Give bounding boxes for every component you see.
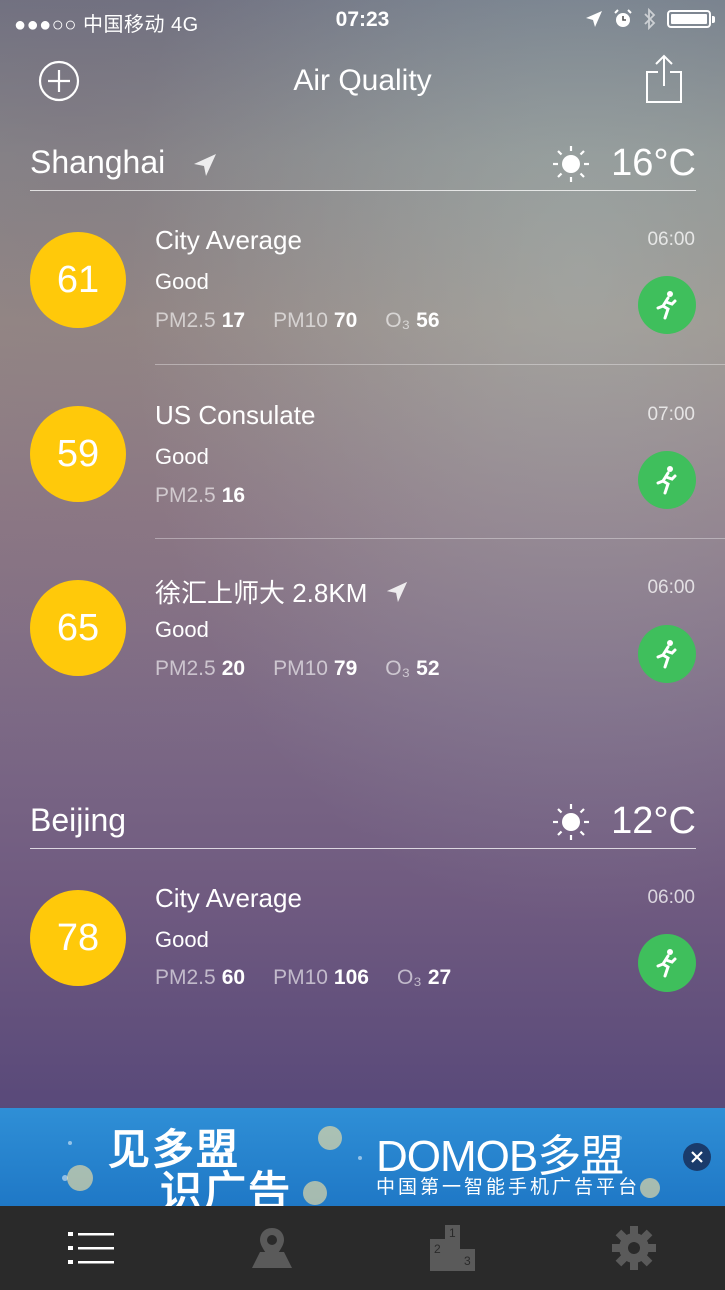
metric-label: O₃ bbox=[385, 309, 411, 332]
pollutant-metrics: PM2.5 20 PM10 79 O₃ 52 bbox=[155, 657, 468, 681]
city-name: Shanghai bbox=[30, 144, 166, 180]
station-name: 徐汇上师大 2.8KM bbox=[155, 578, 368, 608]
metric-value: 20 bbox=[221, 657, 246, 680]
city-name: Beijing bbox=[30, 802, 127, 838]
metric-label: PM10 bbox=[273, 657, 328, 680]
update-time: 06:00 bbox=[647, 887, 695, 908]
runner-icon bbox=[656, 291, 677, 320]
air-quality-level: Good bbox=[155, 269, 209, 294]
tab-bar: 12 3 bbox=[0, 1206, 725, 1290]
metric-label: PM2.5 bbox=[155, 966, 216, 989]
update-time: 06:00 bbox=[647, 229, 695, 250]
share-button[interactable] bbox=[644, 54, 684, 104]
svg-text:3: 3 bbox=[464, 1254, 471, 1268]
tab-map[interactable] bbox=[181, 1206, 362, 1290]
metric-label: PM2.5 bbox=[155, 309, 216, 332]
metric-value: 60 bbox=[221, 966, 246, 989]
station-name[interactable]: City Average bbox=[155, 225, 302, 256]
ad-close-button[interactable] bbox=[683, 1143, 711, 1171]
runner-icon bbox=[656, 949, 677, 978]
city-temperature: 16°C bbox=[611, 142, 696, 184]
ad-headline: 识广告 bbox=[160, 1168, 293, 1206]
station-name[interactable]: City Average bbox=[155, 883, 302, 914]
metric-label: PM2.5 bbox=[155, 657, 216, 680]
pollutant-metrics: PM2.5 17 PM10 70 O₃ 56 bbox=[155, 309, 468, 333]
activity-advice-button[interactable] bbox=[638, 451, 696, 509]
metric-label: PM10 bbox=[273, 309, 328, 332]
air-quality-level: Good bbox=[155, 927, 209, 952]
tab-list[interactable] bbox=[0, 1206, 181, 1290]
metric-value: 106 bbox=[333, 966, 369, 989]
metric-value: 56 bbox=[416, 309, 440, 332]
bluetooth-icon bbox=[644, 8, 656, 30]
metric-value: 16 bbox=[221, 484, 246, 507]
activity-advice-button[interactable] bbox=[638, 625, 696, 683]
metric-value: 17 bbox=[221, 309, 246, 332]
aqi-badge: 78 bbox=[30, 890, 126, 986]
sun-icon bbox=[553, 803, 590, 840]
pollutant-metrics: PM2.5 60 PM10 106 O₃ 27 bbox=[155, 966, 479, 990]
metric-value: 79 bbox=[333, 657, 358, 680]
svg-text:2: 2 bbox=[434, 1242, 441, 1256]
runner-icon bbox=[656, 466, 677, 495]
ranking-icon: 12 3 bbox=[429, 1225, 475, 1271]
pollutant-metrics: PM2.5 16 bbox=[155, 484, 273, 508]
runner-icon bbox=[656, 640, 677, 669]
aqi-badge: 65 bbox=[30, 580, 126, 676]
metric-value: 70 bbox=[333, 309, 358, 332]
page-title: Air Quality bbox=[293, 64, 432, 97]
update-time: 07:00 bbox=[647, 404, 695, 425]
metric-label: O₃ bbox=[385, 657, 411, 680]
activity-advice-button[interactable] bbox=[638, 276, 696, 334]
metric-label: O₃ bbox=[396, 966, 422, 989]
station-name[interactable]: US Consulate bbox=[155, 400, 315, 431]
location-arrow-icon bbox=[586, 11, 602, 27]
city-header-beijing: Beijing 12°C bbox=[30, 798, 696, 849]
svg-text:1: 1 bbox=[449, 1226, 456, 1240]
tab-ranking[interactable]: 12 3 bbox=[362, 1206, 543, 1290]
metric-value: 27 bbox=[427, 966, 452, 989]
ad-tagline: 中国第一智能手机广告平台 bbox=[376, 1177, 641, 1198]
station-name-row[interactable]: 徐汇上师大 2.8KM bbox=[155, 573, 409, 610]
status-bar: ●●●○○ 中国移动 4G 07:23 bbox=[0, 0, 725, 40]
city-temperature: 12°C bbox=[611, 800, 696, 842]
list-icon bbox=[67, 1232, 114, 1264]
ad-banner[interactable]: 见多盟 识广告 DOMOB多盟 中国第一智能手机广告平台 bbox=[0, 1108, 725, 1206]
aqi-badge: 61 bbox=[30, 232, 126, 328]
metric-label: PM10 bbox=[273, 966, 328, 989]
update-time: 06:00 bbox=[647, 577, 695, 598]
battery-icon bbox=[667, 10, 715, 28]
location-arrow-icon bbox=[194, 153, 217, 176]
activity-advice-button[interactable] bbox=[638, 934, 696, 992]
metric-value: 52 bbox=[416, 657, 440, 680]
settings-icon bbox=[611, 1226, 656, 1270]
alarm-icon bbox=[614, 9, 632, 27]
city-header-shanghai: Shanghai 16°C bbox=[30, 140, 696, 191]
tab-settings[interactable] bbox=[543, 1206, 724, 1290]
location-arrow-icon bbox=[387, 581, 408, 602]
close-icon bbox=[691, 1151, 703, 1163]
air-quality-level: Good bbox=[155, 617, 209, 642]
status-icons bbox=[585, 8, 715, 30]
map-icon bbox=[251, 1228, 292, 1268]
divider bbox=[155, 538, 725, 539]
sun-icon bbox=[553, 145, 590, 182]
divider bbox=[155, 364, 725, 365]
air-quality-level: Good bbox=[155, 444, 209, 469]
aqi-badge: 59 bbox=[30, 406, 126, 502]
metric-label: PM2.5 bbox=[155, 484, 216, 507]
